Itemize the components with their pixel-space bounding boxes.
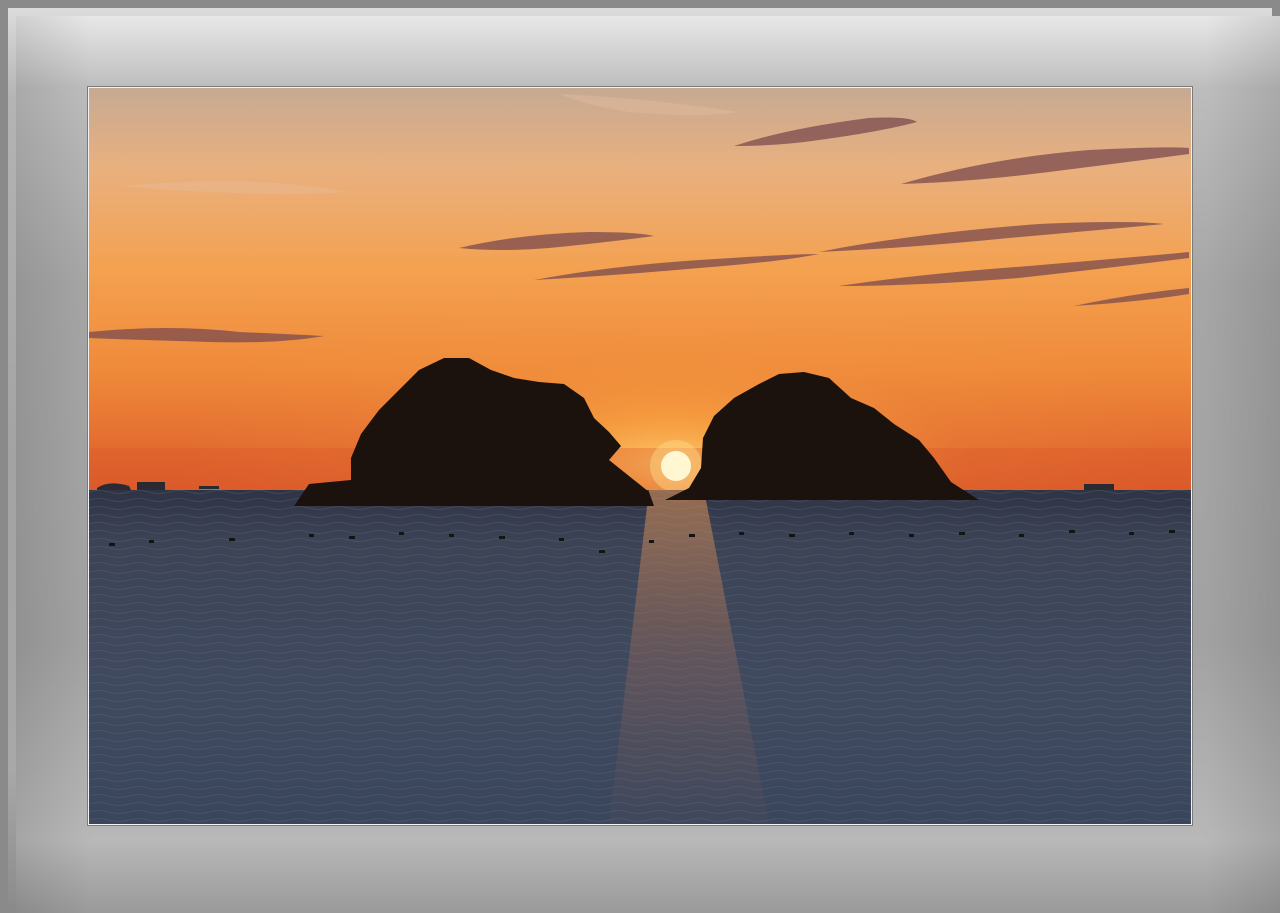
sunset-photo-svg xyxy=(89,88,1191,824)
sun xyxy=(661,451,691,481)
sun-glow xyxy=(89,88,1191,492)
photo xyxy=(88,87,1192,825)
